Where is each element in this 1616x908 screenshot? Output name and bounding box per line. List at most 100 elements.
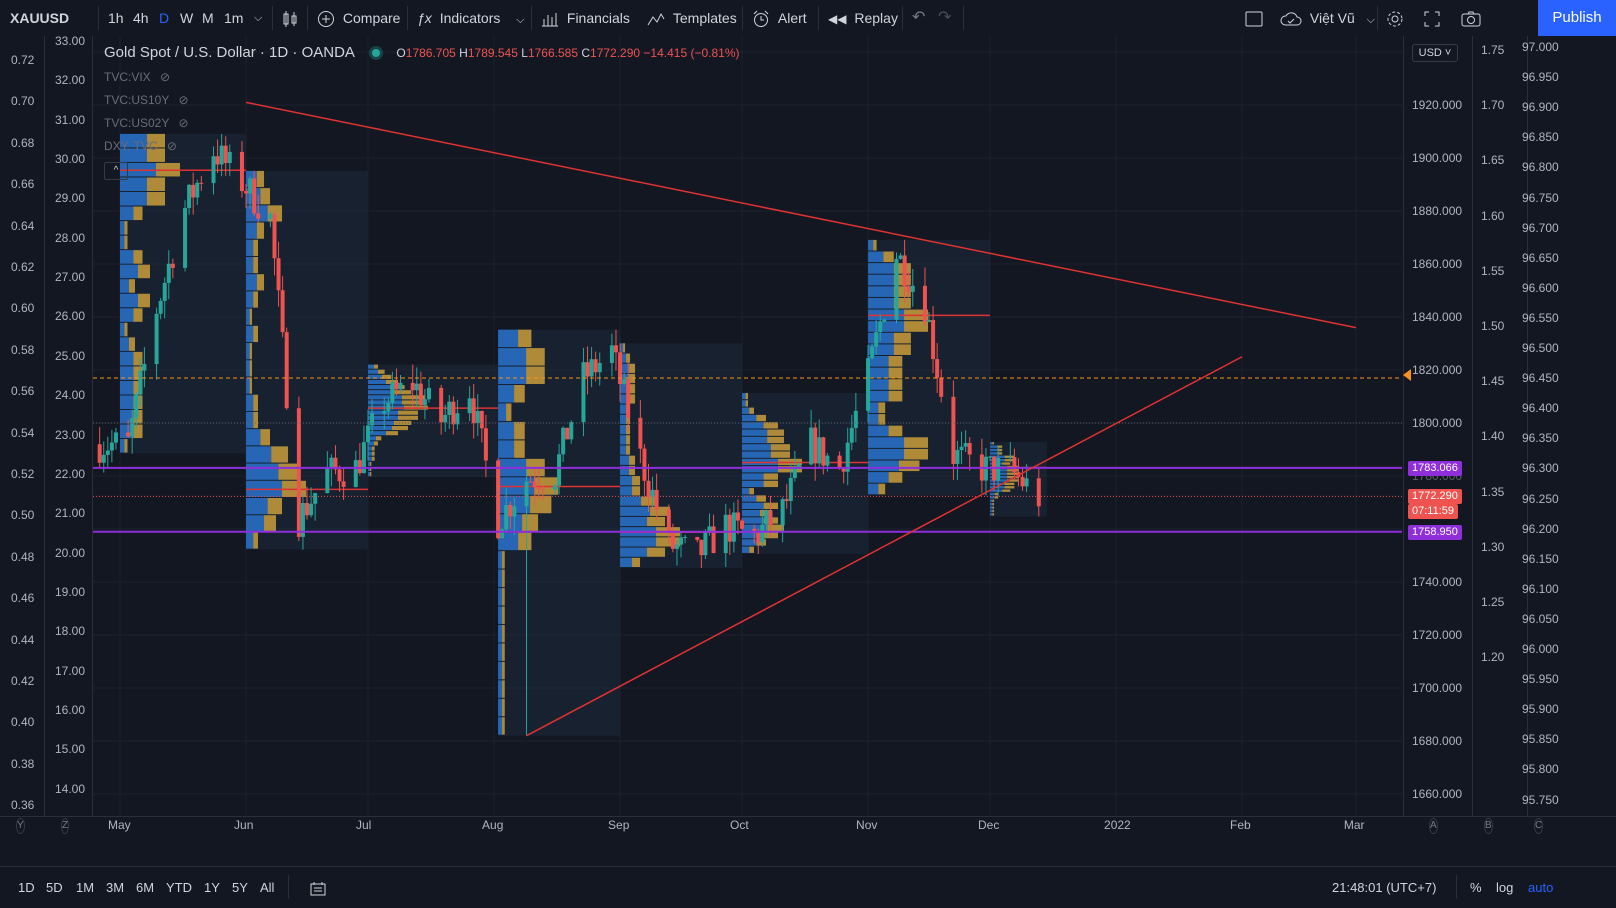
candle-body xyxy=(170,263,175,268)
compare-button[interactable]: Compare xyxy=(317,0,400,36)
profile-bar-up xyxy=(367,379,386,385)
profile-bar-up xyxy=(498,624,503,643)
price-chart[interactable] xyxy=(0,36,1616,866)
log-toggle[interactable]: log xyxy=(1496,867,1513,908)
alert-label: Alert xyxy=(777,10,807,26)
range-5d[interactable]: 5D xyxy=(46,867,63,908)
candle-body xyxy=(105,450,110,455)
overlay-dxy[interactable]: DXY, TVC ⊘ xyxy=(104,139,177,153)
expand-icon[interactable] xyxy=(1424,0,1440,36)
clock-time[interactable]: 21:48:01 (UTC+7) xyxy=(1332,867,1436,908)
replay-button[interactable]: ◀◀ Replay xyxy=(828,0,898,36)
undo-icon[interactable]: ↶ xyxy=(912,0,925,36)
candle-body xyxy=(284,332,289,409)
range-all[interactable]: All xyxy=(260,867,274,908)
overlay-vix[interactable]: TVC:VIX ⊘ xyxy=(104,70,170,84)
profile-bar-up xyxy=(868,460,899,472)
layout-button[interactable]: Việt Vũ ⌵ xyxy=(1280,0,1375,36)
eye-off-icon[interactable]: ⊘ xyxy=(160,70,170,84)
divider xyxy=(531,6,532,30)
profile-bar-up xyxy=(246,497,268,515)
chevron-down-icon[interactable]: ⌵ xyxy=(254,0,262,36)
range-ytd[interactable]: YTD xyxy=(166,867,192,908)
right2-tick-label: 96.450 xyxy=(1522,371,1559,386)
interval-1m[interactable]: 1m xyxy=(224,0,243,36)
camera-icon[interactable] xyxy=(1461,0,1481,36)
range-1d[interactable]: 1D xyxy=(18,867,35,908)
interval-1h[interactable]: 1h xyxy=(108,0,124,36)
price-tick-label: 1660.000 xyxy=(1412,787,1463,801)
symbol-title[interactable]: Gold Spot / U.S. Dollar · 1D · OANDA xyxy=(104,44,354,61)
range-6m[interactable]: 6M xyxy=(136,867,154,908)
candle-body xyxy=(784,499,789,501)
profile-bar-down xyxy=(253,532,259,549)
left-outer-tick-label: 0.68 xyxy=(11,135,35,150)
profile-bar-down xyxy=(632,557,641,567)
auto-toggle[interactable]: auto xyxy=(1528,867,1553,908)
time-axis-label: May xyxy=(108,818,131,832)
left-outer-tick-label: 0.42 xyxy=(11,674,35,688)
profile-bar-up xyxy=(367,385,390,390)
currency-selector[interactable]: USD ˅ xyxy=(1412,44,1458,62)
chevron-down-icon: ⌵ xyxy=(1366,14,1376,26)
fullscreen-square-icon[interactable] xyxy=(1245,0,1263,36)
candle-body xyxy=(365,425,370,443)
range-1y[interactable]: 1Y xyxy=(204,867,220,908)
profile-bar-up xyxy=(742,407,750,414)
candle-body xyxy=(695,536,700,540)
profile-bar-up xyxy=(990,445,998,448)
gear-icon[interactable] xyxy=(1386,0,1404,36)
interval-m[interactable]: M xyxy=(202,0,214,36)
right2-tick-label: 96.250 xyxy=(1522,491,1559,506)
candle-body xyxy=(760,524,765,543)
indicators-button[interactable]: ƒx Indicators ⌵ xyxy=(417,0,525,36)
profile-bar-up xyxy=(742,429,768,436)
candle-body xyxy=(1008,457,1013,459)
candle-body xyxy=(166,263,171,283)
candles-icon[interactable] xyxy=(282,0,298,36)
collapse-legend-button[interactable]: ^ xyxy=(104,162,128,180)
profile-bar-down xyxy=(888,367,903,379)
eye-off-icon[interactable]: ⊘ xyxy=(167,139,177,153)
redo-icon[interactable]: ↷ xyxy=(938,0,951,36)
time-axis-label: Jun xyxy=(234,818,254,832)
percent-toggle[interactable]: % xyxy=(1470,867,1482,908)
candle-body xyxy=(597,362,602,373)
interval-w[interactable]: W xyxy=(180,0,193,36)
profile-bar-up xyxy=(498,661,503,680)
profile-bar-down xyxy=(377,369,385,374)
candle-body xyxy=(703,532,708,556)
eye-off-icon[interactable]: ⊘ xyxy=(178,93,188,107)
profile-bar-up xyxy=(367,451,372,456)
candle-body xyxy=(866,358,871,411)
profile-bar-down xyxy=(888,472,903,483)
candle-body xyxy=(191,184,196,198)
profile-bar-down xyxy=(749,546,755,553)
alert-button[interactable]: Alert xyxy=(752,0,807,36)
symbol-search[interactable]: XAUUSD xyxy=(10,0,69,36)
calendar-icon[interactable] xyxy=(310,867,326,908)
overlay-us02y[interactable]: TVC:US02Y ⊘ xyxy=(104,116,189,130)
range-1m[interactable]: 1M xyxy=(76,867,94,908)
alarm-clock-icon xyxy=(753,10,769,28)
profile-bar-up xyxy=(246,239,254,256)
profile-bar-up xyxy=(620,506,651,516)
range-5y[interactable]: 5Y xyxy=(232,867,248,908)
interval-d[interactable]: D xyxy=(159,0,169,36)
interval-4h[interactable]: 4h xyxy=(133,0,149,36)
left-inner-tick-label: 30.00 xyxy=(55,152,86,167)
right2-tick-label: 96.100 xyxy=(1522,581,1559,596)
candle-body xyxy=(951,396,956,464)
alert-marker-icon[interactable] xyxy=(1403,369,1411,381)
publish-button[interactable]: Publish xyxy=(1538,0,1616,36)
candle-body xyxy=(398,382,403,390)
candle-body xyxy=(959,446,964,451)
templates-button[interactable]: Templates xyxy=(647,0,737,36)
eye-off-icon[interactable]: ⊘ xyxy=(178,116,188,130)
profile-bar-down xyxy=(883,251,894,263)
right-axis-2[interactable] xyxy=(1527,36,1616,816)
left-outer-tick-label: 0.66 xyxy=(11,177,35,192)
overlay-us10y[interactable]: TVC:US10Y ⊘ xyxy=(104,93,189,107)
range-3m[interactable]: 3M xyxy=(106,867,124,908)
financials-button[interactable]: Financials xyxy=(541,0,630,36)
